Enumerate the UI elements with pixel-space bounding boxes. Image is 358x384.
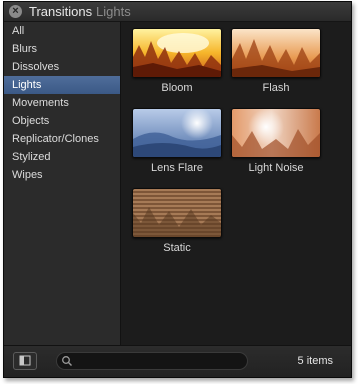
search-icon	[62, 356, 72, 366]
transition-tile-static[interactable]: Static	[132, 188, 222, 254]
category-sidebar: All Blurs Dissolves Lights Movements Obj…	[4, 22, 121, 347]
category-item-lights[interactable]: Lights	[4, 76, 120, 94]
category-item-dissolves[interactable]: Dissolves	[4, 58, 120, 76]
transition-tile-bloom[interactable]: Bloom	[132, 28, 222, 94]
transitions-browser-window: × Transitions Lights All Blurs Dissolves…	[3, 1, 352, 378]
category-item-stylized[interactable]: Stylized	[4, 148, 120, 166]
tile-label: Flash	[262, 82, 290, 94]
search-input[interactable]	[77, 354, 247, 370]
category-item-blurs[interactable]: Blurs	[4, 40, 120, 58]
window-subtitle: Lights	[96, 4, 131, 19]
transition-tile-lens-flare[interactable]: Lens Flare	[132, 108, 222, 174]
tile-label: Light Noise	[248, 162, 304, 174]
lens-flare-thumbnail	[132, 108, 222, 158]
light-noise-thumbnail	[231, 108, 321, 158]
category-item-replicator-clones[interactable]: Replicator/Clones	[4, 130, 120, 148]
sidebar-toggle-button[interactable]	[13, 352, 37, 370]
search-field[interactable]	[56, 352, 248, 370]
static-thumbnail	[132, 188, 222, 238]
sidebar-toggle-icon	[19, 355, 31, 366]
category-item-objects[interactable]: Objects	[4, 112, 120, 130]
window-title: Transitions	[29, 4, 93, 19]
bottom-toolbar: 5 items	[4, 345, 351, 377]
category-item-wipes[interactable]: Wipes	[4, 166, 120, 184]
category-item-all[interactable]: All	[4, 22, 120, 40]
flash-thumbnail	[231, 28, 321, 78]
item-count: 5 items	[297, 355, 333, 367]
transition-tile-light-noise[interactable]: Light Noise	[231, 108, 321, 174]
tile-label: Bloom	[161, 82, 193, 94]
transition-tile-flash[interactable]: Flash	[231, 28, 321, 94]
category-item-movements[interactable]: Movements	[4, 94, 120, 112]
tile-label: Lens Flare	[151, 162, 203, 174]
tile-label: Static	[163, 242, 191, 254]
transition-grid: Bloom Flash Lens Flare Light Noise Stati…	[121, 22, 351, 347]
bloom-thumbnail	[132, 28, 222, 78]
close-icon[interactable]: ×	[9, 5, 22, 18]
title-bar: × Transitions Lights	[4, 2, 351, 22]
